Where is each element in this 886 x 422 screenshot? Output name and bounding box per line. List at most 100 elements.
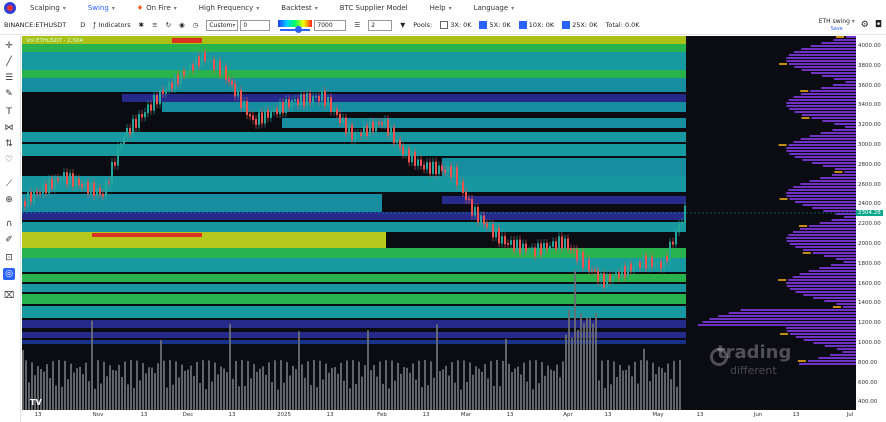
checkbox[interactable] — [562, 21, 571, 29]
layers-icon-button[interactable]: ☰ — [354, 21, 360, 29]
candle-body — [531, 247, 533, 252]
mode-select[interactable]: Custom ▾ — [206, 19, 239, 31]
candle-body — [75, 178, 77, 187]
candle-body — [267, 109, 269, 118]
heat-slider[interactable] — [280, 25, 311, 33]
time-tick-label: 13 — [34, 412, 42, 418]
candle-body — [645, 255, 647, 269]
candle-body — [507, 243, 509, 245]
checkbox[interactable] — [440, 21, 449, 29]
eye-icon[interactable]: ◎ — [3, 268, 15, 280]
candle-body — [378, 122, 380, 124]
range-input[interactable]: 7000 — [314, 19, 347, 31]
lock-icon[interactable]: ⊡ — [3, 252, 15, 264]
text-icon[interactable]: T — [3, 106, 15, 118]
price-tick-label: 3200.00 — [858, 122, 881, 129]
nav-swing[interactable]: Swing ▾ — [88, 4, 115, 12]
ruler-icon[interactable]: ⟋ — [3, 178, 15, 190]
symbol-selector[interactable]: BINANCE:ETHUSDT — [4, 21, 66, 29]
candle-body — [159, 90, 161, 105]
candle-body — [609, 274, 611, 282]
zoom-icon[interactable]: ⊕ — [3, 194, 15, 206]
candle-body — [489, 224, 491, 228]
candle-body — [372, 121, 374, 132]
measure-icon[interactable]: ⇅ — [3, 138, 15, 150]
nav-help[interactable]: Help ▾ — [430, 4, 452, 12]
candle-body — [591, 269, 593, 271]
nav-language[interactable]: Language ▾ — [474, 4, 515, 12]
horizontal-lines-icon[interactable]: ☰ — [3, 72, 15, 84]
chart-pane[interactable]: Vol ETHUSDT · 2,504 trading different — [22, 36, 856, 410]
candle-body — [669, 241, 671, 262]
brush-icon[interactable]: ✎ — [3, 88, 15, 100]
nav-scalping[interactable]: Scalping ▾ — [30, 4, 66, 12]
trend-line-icon[interactable]: ╱ — [3, 56, 15, 68]
indicators-button[interactable]: ƒ Indicators — [93, 21, 130, 29]
chart-toolbar: BINANCE:ETHUSDT D ƒ Indicators ✱ ≡ ↻ ◉ ◷ … — [0, 16, 886, 35]
time-axis[interactable]: 13 Nov 13 Dec 13 2025 13 Feb 13 Mar 13 Apr 13 May 13 Ju… — [22, 410, 856, 422]
candle-body — [567, 238, 569, 250]
candle-body — [336, 108, 338, 115]
profile-selector[interactable]: ETH swing ▾ Save — [819, 18, 855, 33]
price-axis[interactable]: 2304.28 4000.00 3800.00 3600.00 3400.00 3200… — [856, 36, 886, 410]
nav-backtest[interactable]: Backtest ▾ — [281, 4, 317, 12]
brand-logo-icon[interactable] — [4, 2, 16, 14]
candle-body — [492, 224, 494, 238]
fire-icon: ♦ — [136, 4, 144, 12]
nav-on-fire[interactable]: ♦ On Fire ▾ — [137, 4, 177, 12]
mode-input[interactable]: 0 — [240, 19, 271, 31]
step-input[interactable]: 2 — [368, 19, 393, 31]
candle-body — [486, 223, 488, 228]
candle-body — [516, 239, 518, 251]
pattern-icon[interactable]: ⋈ — [3, 122, 15, 134]
candle-body — [660, 261, 662, 269]
alert-button[interactable]: ≡ — [152, 21, 157, 29]
timer-button[interactable]: ◷ — [193, 21, 199, 29]
candle-body — [447, 165, 449, 173]
candle-body — [522, 243, 524, 254]
candle-body — [81, 184, 83, 188]
refresh-button[interactable]: ↻ — [166, 21, 171, 29]
pool-25x[interactable]: 25X: 0K — [562, 21, 598, 29]
pool-5x[interactable]: 5X: 0K — [479, 21, 511, 29]
candle-body — [195, 56, 197, 71]
candle-body — [84, 181, 86, 188]
chevron-down-icon: ▾ — [173, 4, 177, 12]
candle-body — [342, 117, 344, 123]
interval-selector[interactable]: D — [80, 21, 85, 29]
heart-icon[interactable]: ♡ — [3, 154, 15, 166]
time-tick-label: 13 — [140, 412, 148, 418]
crosshair-icon[interactable]: ✛ — [3, 40, 15, 52]
nav-btc-supplier-model[interactable]: BTC Supplier Model — [340, 4, 408, 12]
trash-icon[interactable]: ⌧ — [3, 290, 15, 302]
candle-body — [453, 167, 455, 178]
checkbox[interactable] — [479, 21, 488, 29]
nav-high-frequency[interactable]: High Frequency ▾ — [199, 4, 260, 12]
pencil-lock-icon[interactable]: ✐ — [3, 234, 15, 246]
candle-body — [243, 101, 245, 108]
palette-button[interactable]: ◉ — [179, 21, 185, 29]
candle-body — [525, 243, 527, 252]
candle-body — [432, 161, 434, 174]
gear-icon[interactable]: ⚙ — [861, 20, 869, 30]
pool-10x[interactable]: 10X: 0K — [518, 21, 554, 29]
heat-range-control[interactable] — [278, 19, 313, 33]
settings-button[interactable]: ✱ — [139, 21, 144, 29]
camera-icon[interactable]: ◘ — [875, 20, 882, 30]
candle-body — [255, 118, 257, 125]
candle-body — [678, 224, 680, 233]
filter-button[interactable]: ▼ — [400, 21, 405, 29]
candle-body — [414, 151, 416, 166]
candle-body — [651, 256, 653, 267]
candle-body — [450, 165, 452, 178]
candle-body — [30, 192, 32, 202]
pool-3x[interactable]: 3X: 0K — [440, 21, 471, 29]
candle-body — [366, 125, 368, 136]
price-tick-label: 2000.00 — [858, 241, 881, 247]
checkbox[interactable] — [518, 21, 527, 29]
timer-icon: ◷ — [192, 21, 199, 29]
candle-body — [615, 272, 617, 277]
magnet-icon[interactable]: ∩ — [3, 218, 15, 230]
candle-body — [438, 165, 440, 175]
time-tick-label: Jul — [846, 412, 854, 418]
